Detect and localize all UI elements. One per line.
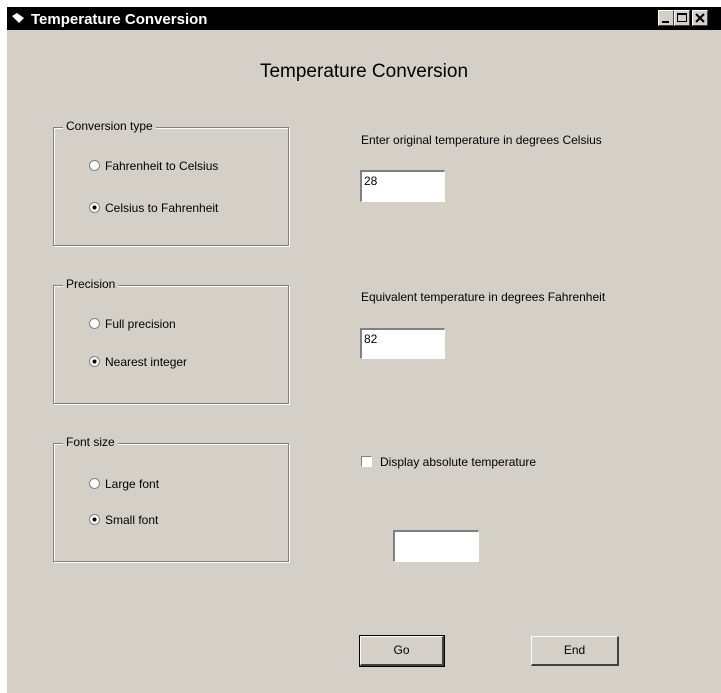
absolute-temperature-output[interactable] — [393, 530, 479, 562]
radio-unselected-icon — [89, 478, 100, 489]
page-title: Temperature Conversion — [259, 61, 469, 82]
radio-unselected-icon — [89, 318, 100, 329]
app-icon — [12, 13, 24, 23]
radio-label: Nearest integer — [105, 355, 188, 369]
conversion-type-group: Conversion type Fahrenheit to Celsius Ce… — [53, 119, 289, 246]
radio-label: Fahrenheit to Celsius — [105, 159, 219, 173]
font-size-group: Font size Large font Small font — [53, 435, 289, 562]
radio-selected-icon — [89, 202, 100, 213]
checkbox-label: Display absolute temperature — [380, 455, 537, 469]
radio-selected-icon — [89, 356, 100, 367]
minimize-icon — [662, 21, 669, 23]
input-label: Enter original temperature in degrees Ce… — [361, 133, 602, 147]
end-button[interactable]: End — [531, 636, 619, 666]
conversion-type-label: Conversion type — [63, 119, 156, 133]
precision-group: Precision Full precision Nearest integer — [53, 277, 289, 404]
window-title: Temperature Conversion — [31, 11, 208, 28]
go-button[interactable]: Go — [359, 635, 445, 667]
maximize-icon — [677, 13, 687, 22]
title-bar: Temperature Conversion — [7, 7, 721, 30]
font-size-label: Font size — [63, 435, 118, 449]
output-label: Equivalent temperature in degrees Fahren… — [361, 290, 606, 304]
app-window: Temperature Conversion Temperature Conve… — [7, 7, 721, 693]
close-icon — [695, 13, 705, 23]
radio-label: Celsius to Fahrenheit — [105, 201, 219, 215]
radio-unselected-icon — [89, 160, 100, 171]
close-button[interactable] — [692, 10, 708, 26]
precision-label: Precision — [63, 277, 119, 291]
fahrenheit-output[interactable]: 82 — [360, 328, 445, 359]
radio-selected-icon — [89, 514, 100, 525]
radio-label: Large font — [105, 477, 160, 491]
radio-label: Full precision — [105, 317, 176, 331]
radio-label: Small font — [105, 513, 159, 527]
celsius-input[interactable]: 28 — [360, 170, 445, 202]
checkbox-unchecked-icon — [361, 456, 372, 467]
maximize-button[interactable] — [674, 10, 690, 26]
minimize-button[interactable] — [658, 10, 674, 26]
